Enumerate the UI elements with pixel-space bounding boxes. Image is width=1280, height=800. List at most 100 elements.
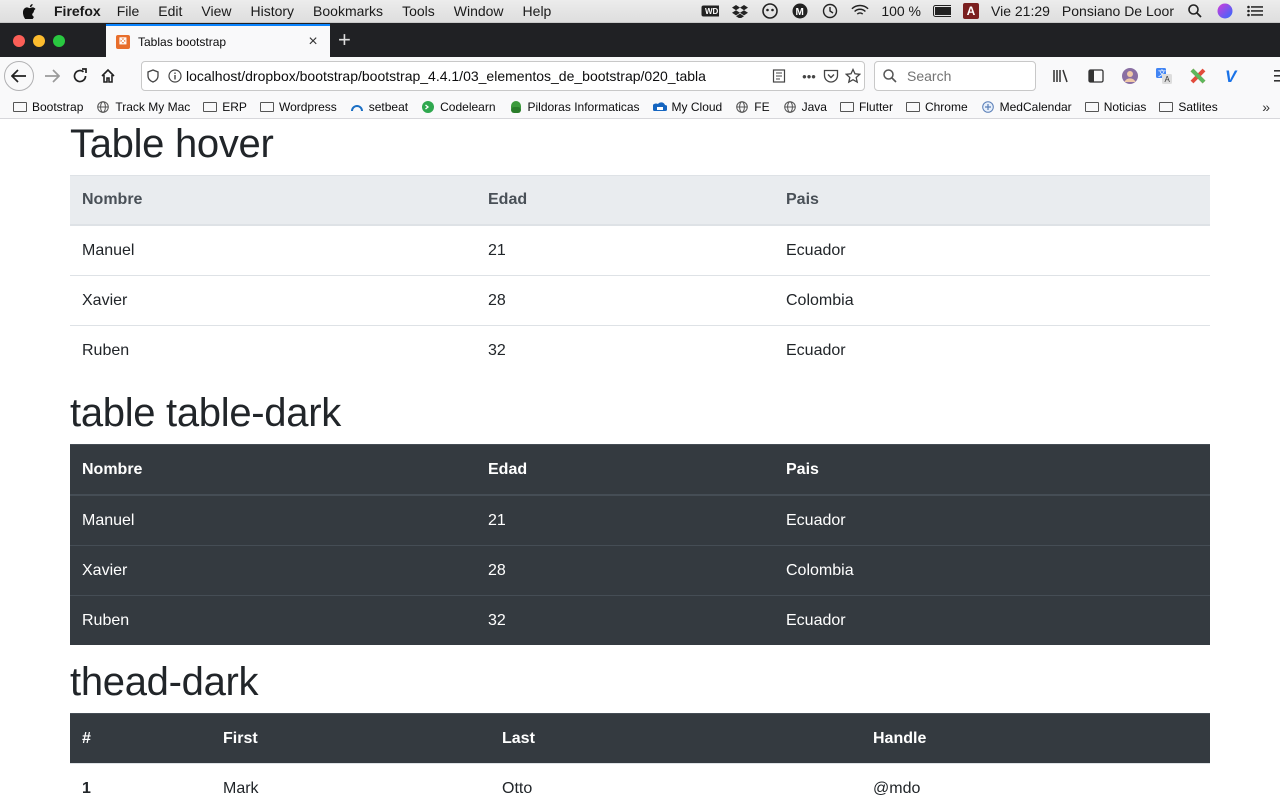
cloud-icon (652, 101, 668, 113)
menu-bookmarks[interactable]: Bookmarks (313, 3, 383, 19)
zoom-window-button[interactable] (53, 35, 65, 47)
wifi-icon[interactable] (851, 4, 869, 18)
puzzle-extension-icon[interactable] (1184, 62, 1212, 90)
tab-tablas-bootstrap[interactable]: ⊠ Tablas bootstrap × (106, 24, 330, 57)
new-tab-icon[interactable]: + (338, 29, 351, 51)
table-cell: 21 (476, 494, 774, 546)
column-header: Edad (476, 444, 774, 496)
input-source-icon[interactable]: A (963, 3, 980, 19)
search-box[interactable]: Search (874, 61, 1036, 91)
spotlight-icon[interactable] (1186, 4, 1204, 18)
table-cell: 28 (476, 275, 774, 326)
pocket-icon[interactable] (820, 66, 842, 86)
bookmark-label: Wordpress (278, 99, 337, 114)
table-cell: 32 (476, 325, 774, 375)
bookmark-noticias[interactable]: Noticias (1084, 99, 1147, 114)
input-source-label: A (966, 4, 976, 18)
bookmark-satlites[interactable]: Satlites (1158, 99, 1218, 114)
table-cell: Ecuador (774, 325, 1210, 375)
bookmark-setbeat[interactable]: setbeat (349, 100, 408, 114)
bookmark-label: Noticias (1103, 99, 1147, 114)
bookmark-erp[interactable]: ERP (202, 100, 247, 114)
folder-icon (202, 101, 218, 113)
close-tab-icon[interactable]: × (306, 33, 320, 49)
tracking-shield-icon[interactable] (142, 66, 164, 86)
close-window-button[interactable] (13, 35, 25, 47)
forward-button[interactable] (38, 62, 66, 90)
bookmark-wordpress[interactable]: Wordpress (259, 100, 337, 114)
bookmark-codelearn[interactable]: Codelearn (420, 100, 496, 114)
table-cell: Ecuador (774, 224, 1210, 276)
apple-icon[interactable] (20, 2, 38, 20)
bookmark-label: FE (754, 99, 770, 114)
battery-icon[interactable] (933, 4, 952, 18)
column-header: Last (490, 713, 861, 764)
url-text[interactable]: localhost/dropbox/bootstrap/bootstrap_4.… (186, 68, 768, 84)
globe-icon (95, 100, 111, 113)
macos-menu-bar: Firefox File Edit View History Bookmarks… (0, 0, 1280, 23)
menu-edit[interactable]: Edit (158, 3, 182, 19)
back-button[interactable] (4, 61, 34, 91)
bookmark-fe[interactable]: FE (734, 99, 770, 114)
bookmark-pildoras-informaticas[interactable]: Pildoras Informaticas (508, 100, 640, 114)
bookmark-label: Chrome (924, 99, 968, 114)
siri-icon[interactable] (1216, 3, 1234, 19)
status-area: WD M 100 % A Vie 21:29 Ponsiano De Loor (701, 3, 1280, 19)
bookmark-chrome[interactable]: Chrome (905, 100, 968, 114)
menu-view[interactable]: View (201, 3, 231, 19)
bookmark-label: setbeat (368, 99, 409, 114)
table-cell: @mdo (861, 763, 1210, 800)
clock[interactable]: Vie 21:29 (991, 3, 1050, 19)
wd-drive-icon[interactable]: WD (701, 4, 720, 18)
bookmark-track-my-mac[interactable]: Track My Mac (95, 100, 190, 114)
user-name[interactable]: Ponsiano De Loor (1062, 3, 1174, 19)
m-app-icon[interactable]: M (791, 3, 809, 19)
vimeo-extension-icon[interactable]: V (1218, 62, 1246, 90)
bookmark-bootstrap[interactable]: Bootstrap (12, 100, 83, 114)
navigation-toolbar: localhost/dropbox/bootstrap/bootstrap_4.… (0, 57, 1280, 95)
sidebar-icon[interactable] (1082, 62, 1110, 90)
bookmark-my-cloud[interactable]: My Cloud (652, 100, 722, 114)
library-icon[interactable] (1048, 62, 1076, 90)
hamburger-menu-icon[interactable] (1268, 62, 1280, 90)
table-row: Xavier 28 Colombia (70, 545, 1210, 596)
ghost-icon[interactable] (761, 3, 779, 19)
bookmark-medcalendar[interactable]: MedCalendar (980, 100, 1072, 114)
table-header-row: # First Last Handle (70, 713, 1210, 764)
dropbox-icon[interactable] (731, 4, 749, 18)
table-cell: Manuel (70, 224, 476, 276)
page-actions-icon[interactable]: ••• (798, 66, 820, 86)
table-cell: Colombia (774, 275, 1210, 326)
home-button[interactable] (94, 62, 122, 90)
reader-view-icon[interactable] (768, 66, 790, 86)
app-name-menu[interactable]: Firefox (54, 3, 101, 19)
table-thead-dark: # First Last Handle 1 Mark Otto @mdo (70, 713, 1210, 800)
toolbar-right: 文A V (1048, 62, 1280, 90)
column-header: Pais (774, 444, 1210, 496)
svg-text:M: M (796, 7, 804, 18)
menu-history[interactable]: History (250, 3, 294, 19)
pildoras-icon (508, 100, 524, 113)
chevron-more-icon[interactable]: » (1262, 99, 1270, 115)
minimize-window-button[interactable] (33, 35, 45, 47)
bookmark-label: Satlites (1178, 99, 1218, 114)
menu-file[interactable]: File (117, 3, 140, 19)
translate-extension-icon[interactable]: 文A (1150, 62, 1178, 90)
globe-icon (734, 100, 750, 113)
time-machine-icon[interactable] (821, 3, 839, 19)
site-info-icon[interactable] (164, 66, 186, 86)
menu-tools[interactable]: Tools (402, 3, 435, 19)
bookmark-java[interactable]: Java (782, 100, 827, 114)
account-avatar-icon[interactable] (1116, 62, 1144, 90)
table-row: 1 Mark Otto @mdo (70, 763, 1210, 800)
bookmarks-bar: Bootstrap Track My Mac ERP Wordpress set… (0, 95, 1280, 119)
bookmark-star-icon[interactable] (842, 66, 864, 86)
menu-help[interactable]: Help (523, 3, 552, 19)
reload-button[interactable] (66, 62, 94, 90)
menu-window[interactable]: Window (454, 3, 504, 19)
url-bar[interactable]: localhost/dropbox/bootstrap/bootstrap_4.… (141, 61, 865, 91)
table-cell: Otto (490, 763, 861, 800)
bookmark-flutter[interactable]: Flutter (839, 100, 893, 114)
table-row: Ruben 32 Ecuador (70, 595, 1210, 645)
notification-center-icon[interactable] (1246, 4, 1264, 18)
